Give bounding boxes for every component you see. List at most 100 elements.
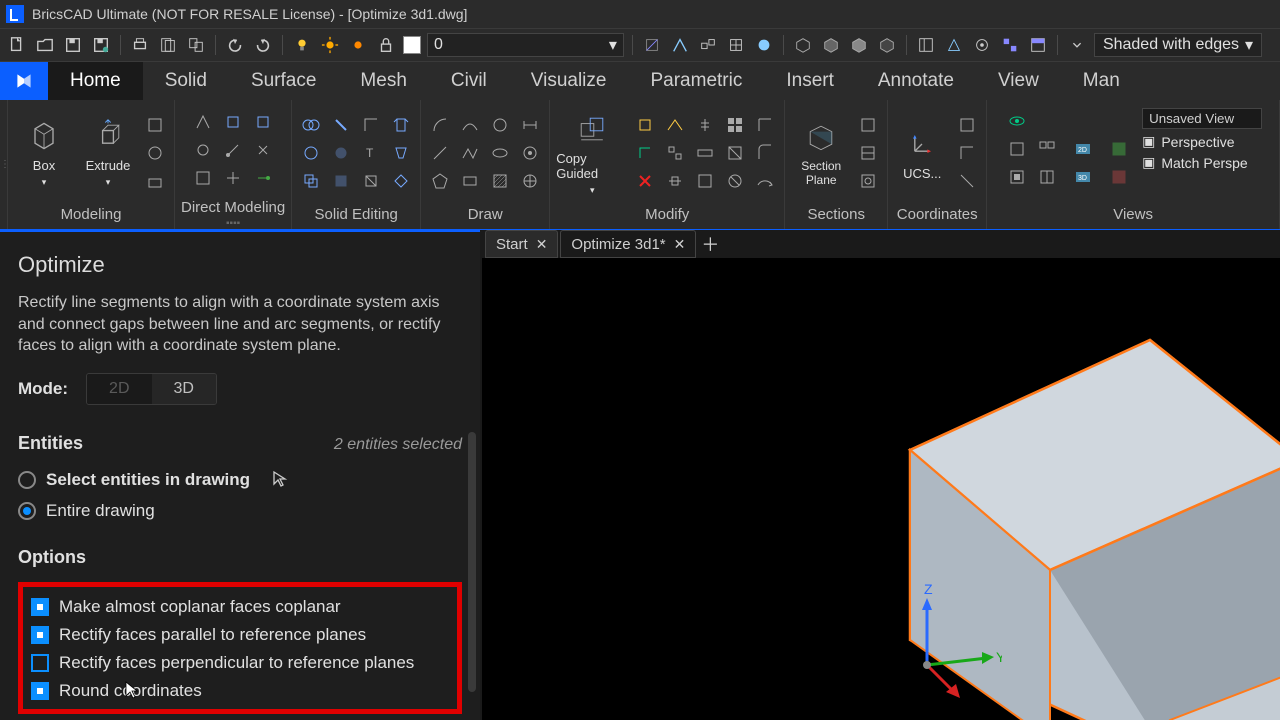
coord-2[interactable] bbox=[954, 140, 980, 166]
print-button[interactable] bbox=[129, 34, 151, 56]
mod-2[interactable] bbox=[632, 140, 658, 166]
draw-ellipse[interactable] bbox=[487, 140, 513, 166]
close-icon[interactable]: ✕ bbox=[536, 236, 548, 253]
tab-civil[interactable]: Civil bbox=[429, 62, 509, 100]
redo-button[interactable] bbox=[252, 34, 274, 56]
view-3[interactable] bbox=[1004, 164, 1030, 190]
checkbox-parallel[interactable] bbox=[31, 626, 49, 644]
tab-home[interactable]: Home bbox=[48, 62, 143, 100]
se-5[interactable] bbox=[328, 140, 354, 166]
extrude-tool[interactable]: Extrude ▾ bbox=[78, 118, 138, 188]
dm-8[interactable] bbox=[250, 137, 276, 163]
se-11[interactable] bbox=[388, 140, 414, 166]
tab-solid[interactable]: Solid bbox=[143, 62, 229, 100]
tool-3-button[interactable] bbox=[697, 34, 719, 56]
iso-2-button[interactable] bbox=[820, 34, 842, 56]
new-file-button[interactable] bbox=[6, 34, 28, 56]
mod-7[interactable] bbox=[692, 112, 718, 138]
axis-widget[interactable]: Z Y bbox=[882, 580, 1002, 700]
sec-3[interactable] bbox=[855, 168, 881, 194]
mod-5[interactable] bbox=[662, 140, 688, 166]
sec-1[interactable] bbox=[855, 112, 881, 138]
tool-1-button[interactable] bbox=[641, 34, 663, 56]
freeze-button[interactable] bbox=[347, 34, 369, 56]
mod-14[interactable] bbox=[752, 140, 778, 166]
mode-2d-button[interactable]: 2D bbox=[87, 374, 151, 404]
unsaved-view-row[interactable] bbox=[1142, 108, 1262, 129]
new-tab-button[interactable]: ＋ bbox=[698, 232, 722, 256]
sec-2[interactable] bbox=[855, 140, 881, 166]
panel-3-button[interactable] bbox=[971, 34, 993, 56]
doc-tab-file[interactable]: Optimize 3d1* ✕ bbox=[560, 230, 696, 258]
mod-4[interactable] bbox=[662, 112, 688, 138]
mode-3d-button[interactable]: 3D bbox=[152, 374, 216, 404]
match-perspective-row[interactable]: ▣Match Perspe bbox=[1142, 154, 1262, 171]
checkbox-round[interactable] bbox=[31, 682, 49, 700]
print-preview-button[interactable] bbox=[157, 34, 179, 56]
tool-4-button[interactable] bbox=[725, 34, 747, 56]
radio-entire-drawing[interactable] bbox=[18, 502, 36, 520]
section-plane-tool[interactable]: Section Plane bbox=[791, 119, 851, 187]
draw-circle[interactable] bbox=[487, 112, 513, 138]
se-1[interactable] bbox=[298, 112, 324, 138]
coord-1[interactable] bbox=[954, 112, 980, 138]
mod-15[interactable] bbox=[752, 168, 778, 194]
modeling-small-1[interactable] bbox=[142, 112, 168, 138]
ucs-tool[interactable]: UCS... bbox=[894, 126, 950, 181]
dm-4[interactable] bbox=[220, 109, 246, 135]
panel-scrollbar[interactable] bbox=[468, 432, 476, 692]
radio-select-entities[interactable] bbox=[18, 471, 36, 489]
iso-4-button[interactable] bbox=[876, 34, 898, 56]
dm-9[interactable] bbox=[250, 165, 276, 191]
coord-3[interactable] bbox=[954, 168, 980, 194]
color-swatch[interactable] bbox=[403, 36, 421, 54]
layer-selector[interactable]: 0 ▾ bbox=[427, 33, 624, 57]
dm-5[interactable] bbox=[220, 137, 246, 163]
draw-arc[interactable] bbox=[427, 112, 453, 138]
save-button[interactable] bbox=[62, 34, 84, 56]
draw-poly[interactable] bbox=[427, 168, 453, 194]
sun-button[interactable] bbox=[319, 34, 341, 56]
view-3d-button[interactable]: 3D bbox=[1070, 164, 1096, 190]
tab-annotate[interactable]: Annotate bbox=[856, 62, 976, 100]
draw-hatch[interactable] bbox=[487, 168, 513, 194]
mod-12[interactable] bbox=[722, 168, 748, 194]
mod-9[interactable] bbox=[692, 168, 718, 194]
mod-1[interactable] bbox=[632, 112, 658, 138]
view-eye-icon[interactable] bbox=[1004, 108, 1030, 134]
pick-arrow-icon[interactable] bbox=[270, 468, 290, 493]
tab-insert[interactable]: Insert bbox=[764, 62, 856, 100]
tab-view[interactable]: View bbox=[976, 62, 1061, 100]
iso-3-button[interactable] bbox=[848, 34, 870, 56]
mod-11[interactable] bbox=[722, 140, 748, 166]
panel-2-button[interactable] bbox=[943, 34, 965, 56]
se-6[interactable] bbox=[328, 168, 354, 194]
tool-5-button[interactable] bbox=[753, 34, 775, 56]
perspective-row[interactable]: ▣Perspective bbox=[1142, 133, 1262, 150]
se-3[interactable] bbox=[298, 168, 324, 194]
draw-rect[interactable] bbox=[457, 168, 483, 194]
copy-guided-tool[interactable]: Copy Guided ▾ bbox=[556, 111, 628, 196]
panel-5-button[interactable] bbox=[1027, 34, 1049, 56]
close-icon[interactable]: ✕ bbox=[674, 236, 686, 253]
app-menu-button[interactable] bbox=[0, 62, 48, 100]
box-tool[interactable]: Box ▾ bbox=[14, 118, 74, 188]
se-4[interactable] bbox=[328, 112, 354, 138]
panel-1-button[interactable] bbox=[915, 34, 937, 56]
dm-1[interactable] bbox=[190, 109, 216, 135]
dm-6[interactable] bbox=[220, 165, 246, 191]
modeling-small-3[interactable] bbox=[142, 168, 168, 194]
draw-s1[interactable] bbox=[517, 112, 543, 138]
panel-4-button[interactable] bbox=[999, 34, 1021, 56]
mod-13[interactable] bbox=[752, 112, 778, 138]
view-7[interactable] bbox=[1106, 164, 1132, 190]
view-5[interactable] bbox=[1034, 164, 1060, 190]
tool-2-button[interactable] bbox=[669, 34, 691, 56]
tab-visualize[interactable]: Visualize bbox=[509, 62, 629, 100]
doc-tab-start[interactable]: Start ✕ bbox=[485, 230, 558, 258]
mod-10[interactable] bbox=[722, 112, 748, 138]
se-12[interactable] bbox=[388, 168, 414, 194]
iso-1-button[interactable] bbox=[792, 34, 814, 56]
view-2[interactable] bbox=[1004, 136, 1030, 162]
draw-pline[interactable] bbox=[457, 140, 483, 166]
